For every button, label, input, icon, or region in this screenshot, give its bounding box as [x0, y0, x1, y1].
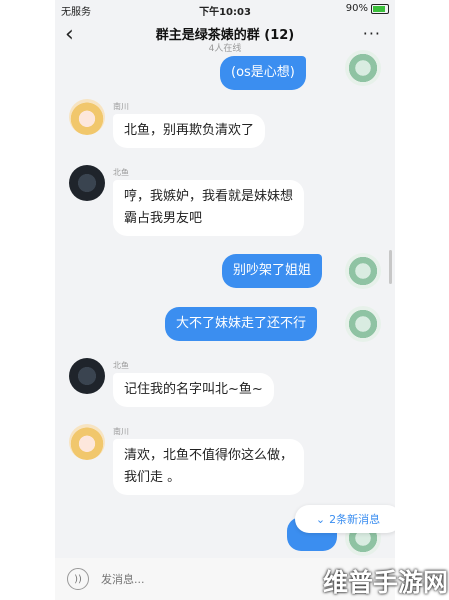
more-icon[interactable]: ··· — [363, 24, 381, 43]
avatar-me[interactable] — [345, 306, 381, 342]
online-count: 4人在线 — [208, 44, 242, 54]
screen: 无服务 下午10:03 90% ‹ 群主是绿茶婊的群 (12) 4人在线 ···… — [0, 0, 449, 600]
message-text: 记住我的名字叫北~鱼~ — [124, 382, 263, 397]
avatar-nanchuan[interactable] — [69, 99, 105, 135]
new-messages-button[interactable]: ⌄ 2条新消息 — [295, 505, 395, 533]
message-text: 别吵架了姐姐 — [233, 263, 312, 278]
message-text: (os是心想) — [231, 65, 295, 80]
scrollbar[interactable] — [389, 250, 392, 284]
message-text-line: 霸占我男友吧 — [124, 211, 203, 226]
status-right: 90% — [346, 3, 389, 14]
status-bar: 无服务 下午10:03 90% — [55, 0, 395, 18]
watermark: 维普手游网 — [323, 568, 449, 597]
message-bubble-incoming[interactable]: 哼，我嫉妒，我看就是妹妹想 霸占我男友吧 — [113, 180, 305, 236]
avatar-me[interactable] — [345, 50, 381, 86]
message-bubble-outgoing[interactable]: 别吵架了姐姐 — [222, 254, 323, 288]
message-text-line: 哼，我嫉妒，我看就是妹妹想 — [124, 189, 294, 204]
message-bubble-incoming[interactable]: 北鱼，别再欺负清欢了 — [113, 114, 266, 148]
sender-name: 南川 — [113, 102, 129, 111]
message-bubble-incoming[interactable]: 记住我的名字叫北~鱼~ — [113, 373, 274, 407]
message-text-line: 我们走 。 — [124, 470, 181, 485]
double-chevron-down-icon: ⌄ — [315, 512, 326, 526]
avatar-me[interactable] — [345, 253, 381, 289]
message-bubble-outgoing[interactable]: (os是心想) — [220, 56, 306, 90]
battery-percent: 90% — [345, 3, 368, 14]
message-text-line: 清欢，北鱼不值得你这么做， — [124, 448, 294, 463]
message-text: 北鱼，别再欺负清欢了 — [124, 123, 255, 138]
avatar-nanchuan[interactable] — [69, 424, 105, 460]
clock: 下午10:03 — [199, 7, 251, 18]
chat-header: ‹ 群主是绿茶婊的群 (12) 4人在线 ··· — [55, 18, 395, 58]
message-bubble-incoming[interactable]: 清欢，北鱼不值得你这么做， 我们走 。 — [113, 439, 305, 495]
sender-name: 北鱼 — [113, 361, 129, 370]
battery-icon — [371, 3, 389, 14]
message-bubble-outgoing[interactable]: 大不了妹妹走了还不行 — [165, 307, 318, 341]
new-messages-label: 2条新消息 — [329, 513, 381, 526]
sender-name: 南川 — [113, 427, 129, 436]
message-input[interactable] — [99, 568, 273, 590]
message-text: 大不了妹妹走了还不行 — [176, 316, 307, 331]
avatar-beiyu[interactable] — [69, 165, 105, 201]
voice-icon[interactable]: )) — [67, 568, 89, 590]
sender-name: 北鱼 — [113, 168, 129, 177]
chat-screen: 无服务 下午10:03 90% ‹ 群主是绿茶婊的群 (12) 4人在线 ···… — [55, 0, 395, 600]
avatar-beiyu[interactable] — [69, 358, 105, 394]
